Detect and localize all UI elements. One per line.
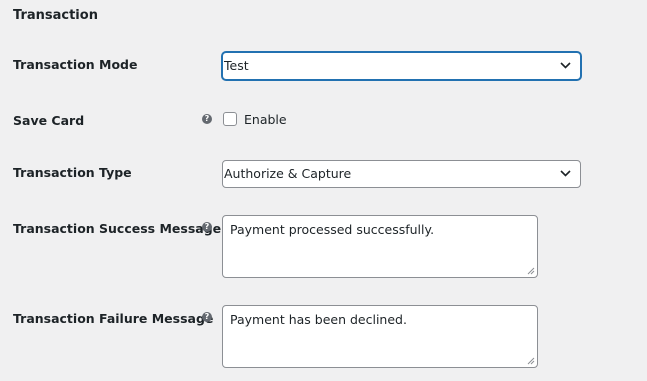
success-message-value: Payment processed successfully. bbox=[230, 222, 435, 237]
failure-message-textarea[interactable]: Payment has been declined. bbox=[222, 305, 538, 368]
save-card-label: Save Card bbox=[13, 113, 85, 128]
transaction-mode-label: Transaction Mode bbox=[13, 57, 138, 72]
transaction-mode-value: Test bbox=[224, 58, 249, 73]
success-message-textarea[interactable]: Payment processed successfully. bbox=[222, 215, 538, 278]
chevron-down-icon bbox=[560, 62, 571, 69]
resize-grip-icon[interactable] bbox=[527, 267, 535, 275]
failure-message-value: Payment has been declined. bbox=[230, 312, 407, 327]
success-message-label: Transaction Success Message bbox=[13, 221, 222, 236]
save-card-checkbox[interactable] bbox=[223, 112, 237, 126]
transaction-type-label: Transaction Type bbox=[13, 165, 132, 180]
help-icon[interactable]: ? bbox=[202, 222, 212, 232]
help-icon[interactable]: ? bbox=[202, 312, 212, 322]
help-icon[interactable]: ? bbox=[202, 114, 212, 124]
section-title: Transaction bbox=[13, 8, 98, 23]
chevron-down-icon bbox=[560, 170, 571, 177]
transaction-type-select[interactable]: Authorize & Capture bbox=[222, 160, 581, 188]
save-card-checkbox-label[interactable]: Enable bbox=[244, 112, 287, 127]
transaction-settings-panel: Transaction Transaction Mode Test Save C… bbox=[0, 0, 647, 381]
transaction-type-value: Authorize & Capture bbox=[224, 166, 352, 181]
resize-grip-icon[interactable] bbox=[527, 357, 535, 365]
failure-message-label: Transaction Failure Message bbox=[13, 311, 214, 326]
transaction-mode-select[interactable]: Test bbox=[222, 52, 581, 80]
